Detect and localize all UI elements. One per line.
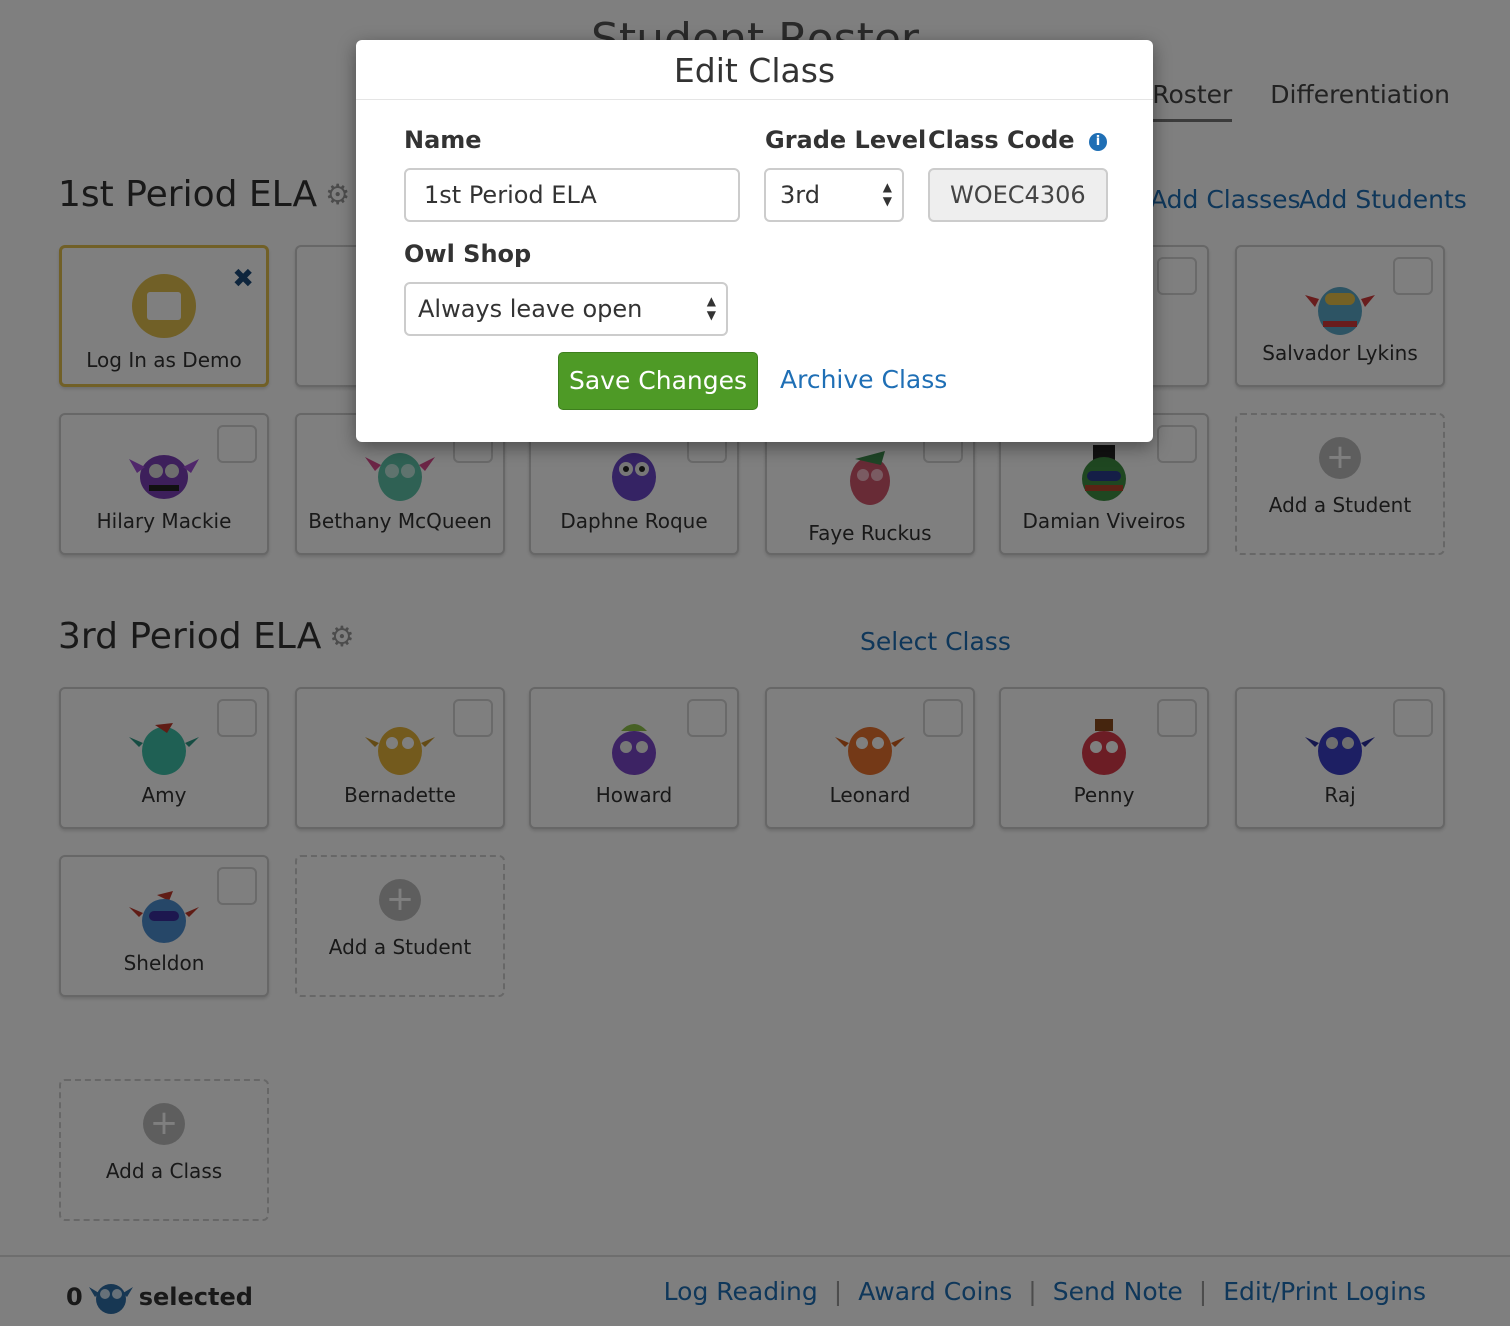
select-arrows-icon: ▲ ▼ [706,294,716,322]
owl-shop-value: Always leave open [418,295,643,323]
owl-shop-select[interactable]: Always leave open ▲ ▼ [404,282,728,336]
info-icon[interactable]: i [1089,133,1107,151]
name-label: Name [404,126,482,154]
owl-shop-label: Owl Shop [404,240,532,268]
modal-title: Edit Class [356,40,1153,100]
grade-level-select[interactable]: 3rd ▲ ▼ [764,168,904,222]
edit-class-modal: Edit Class Name 1st Period ELA Grade Lev… [356,40,1153,442]
select-arrows-icon: ▲ ▼ [882,180,892,208]
grade-level-value: 3rd [780,181,820,209]
class-name-input[interactable]: 1st Period ELA [404,168,740,222]
class-code-label: Class Code [928,126,1075,154]
save-changes-button[interactable]: Save Changes [558,352,758,410]
archive-class-link[interactable]: Archive Class [780,365,947,394]
class-code-field: WOEC4306 [928,168,1108,222]
grade-level-label: Grade Level [765,126,927,154]
